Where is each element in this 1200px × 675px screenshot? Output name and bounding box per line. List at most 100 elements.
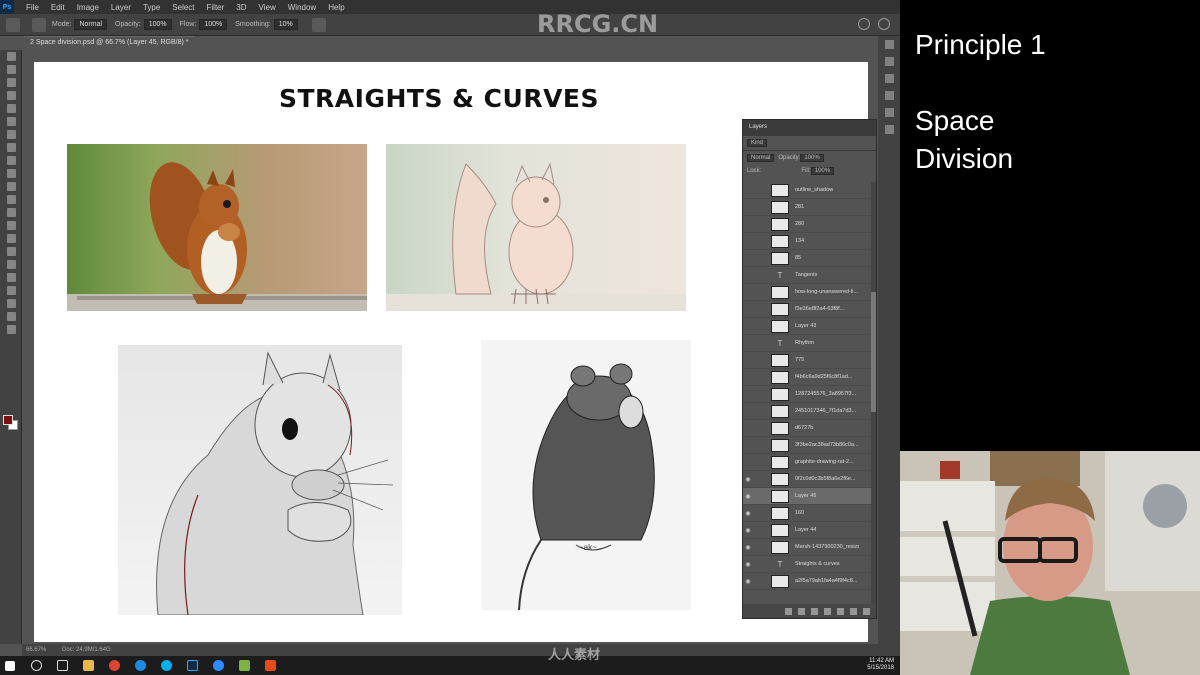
layer-row[interactable]: 281: [743, 199, 873, 216]
layer-name[interactable]: Layer 45: [795, 493, 816, 499]
layer-name[interactable]: Rhythm: [795, 340, 814, 346]
visibility-eye-icon[interactable]: [743, 233, 753, 250]
search-icon[interactable]: [858, 18, 870, 30]
visibility-eye-icon[interactable]: [743, 301, 753, 318]
layers-scrollbar[interactable]: [871, 182, 876, 606]
menu-select[interactable]: Select: [166, 3, 200, 12]
visibility-eye-icon[interactable]: ◉: [743, 573, 753, 590]
move-tool[interactable]: [0, 50, 22, 63]
menu-view[interactable]: View: [253, 3, 282, 12]
dock-properties[interactable]: [878, 87, 900, 104]
foreground-color-swatch[interactable]: [3, 415, 13, 425]
gradient-tool[interactable]: [0, 206, 22, 219]
menu-image[interactable]: Image: [71, 3, 105, 12]
layer-name[interactable]: 1287245576_3a8957f3...: [795, 391, 856, 397]
layer-row[interactable]: ◉ Layer 45: [743, 488, 873, 505]
layer-name[interactable]: 2451017346_7f1da7d3...: [795, 408, 856, 414]
quick-select-tool[interactable]: [0, 89, 22, 102]
fx-icon[interactable]: [798, 607, 805, 615]
healing-tool[interactable]: [0, 141, 22, 154]
visibility-eye-icon[interactable]: [743, 335, 753, 352]
layer-name[interactable]: Straights & curves: [795, 561, 840, 567]
flow-option[interactable]: Flow: 100%: [180, 19, 228, 30]
layer-row[interactable]: 134: [743, 233, 873, 250]
visibility-eye-icon[interactable]: [743, 267, 753, 284]
eyedropper-tool[interactable]: [0, 128, 22, 141]
new-layer-icon[interactable]: [850, 607, 857, 615]
brush-preset-icon[interactable]: [32, 17, 46, 32]
layer-row[interactable]: f3e36e8f2a4-63f8f...: [743, 301, 873, 318]
layer-name[interactable]: d6727b: [795, 425, 813, 431]
layer-name[interactable]: Layer 43: [795, 323, 816, 329]
adjustment-icon[interactable]: [824, 607, 831, 615]
layer-name[interactable]: Marsh-1437900230_resize...: [795, 544, 859, 550]
visibility-eye-icon[interactable]: [743, 318, 753, 335]
shape-tool[interactable]: [0, 284, 22, 297]
explorer-button[interactable]: [78, 656, 98, 675]
visibility-eye-icon[interactable]: [743, 369, 753, 386]
opacity-field[interactable]: 100%: [143, 19, 172, 30]
layer-row[interactable]: 280: [743, 216, 873, 233]
layer-row[interactable]: T Rhythm: [743, 335, 873, 352]
eraser-tool[interactable]: [0, 193, 22, 206]
frame-tool[interactable]: [0, 115, 22, 128]
layer-name[interactable]: graphite-drawing-rat-2...: [795, 459, 854, 465]
layer-row[interactable]: graphite-drawing-rat-2...: [743, 454, 873, 471]
history-brush-tool[interactable]: [0, 180, 22, 193]
recorder-button[interactable]: [260, 656, 280, 675]
layer-row[interactable]: ◉ 0f2c0d0c3b5f8a6e2f6e...: [743, 471, 873, 488]
visibility-eye-icon[interactable]: [743, 284, 753, 301]
visibility-eye-icon[interactable]: [743, 182, 753, 199]
system-clock[interactable]: 11:42 AM 5/15/2018: [867, 658, 894, 672]
layer-name[interactable]: 0f2c0d0c3b5f8a6e2f6e...: [795, 476, 856, 482]
brush-tool-icon[interactable]: [6, 17, 20, 32]
brush-tool[interactable]: [0, 154, 22, 167]
dock-layers[interactable]: [878, 121, 900, 138]
crop-tool[interactable]: [0, 102, 22, 115]
visibility-eye-icon[interactable]: [743, 386, 753, 403]
gear-icon[interactable]: [311, 17, 326, 32]
skype-button[interactable]: [156, 656, 176, 675]
layer-row[interactable]: f4b6c6a9d25f6c8f1ad...: [743, 369, 873, 386]
layer-name[interactable]: 134: [795, 238, 804, 244]
zoom-readout[interactable]: 66.67%: [26, 647, 46, 653]
zoom-app-button[interactable]: [208, 656, 228, 675]
visibility-eye-icon[interactable]: [743, 454, 753, 471]
layer-name[interactable]: 160: [795, 510, 804, 516]
chrome-button[interactable]: [104, 656, 124, 675]
opacity-option[interactable]: Opacity: 100%: [115, 19, 172, 30]
kind-filter-select[interactable]: Kind: [747, 139, 768, 147]
hand-tool[interactable]: [0, 297, 22, 310]
layer-row[interactable]: Layer 43: [743, 318, 873, 335]
marquee-tool[interactable]: [0, 63, 22, 76]
workspace-icon[interactable]: [878, 18, 890, 30]
smoothing-field[interactable]: 10%: [273, 19, 298, 30]
visibility-eye-icon[interactable]: [743, 216, 753, 233]
task-view-button[interactable]: [52, 656, 72, 675]
menu-type[interactable]: Type: [137, 3, 166, 12]
visibility-eye-icon[interactable]: [743, 352, 753, 369]
layer-row[interactable]: ◉ T Straights & curves: [743, 556, 873, 573]
blur-tool[interactable]: [0, 219, 22, 232]
layer-name[interactable]: f4b6c6a9d25f6c8f1ad...: [795, 374, 853, 380]
layer-name[interactable]: 85: [795, 255, 801, 261]
visibility-eye-icon[interactable]: ◉: [743, 539, 753, 556]
layer-row[interactable]: T Tangents: [743, 267, 873, 284]
layer-name[interactable]: Layer 44: [795, 527, 816, 533]
dock-history[interactable]: [878, 36, 900, 53]
visibility-eye-icon[interactable]: ◉: [743, 471, 753, 488]
layer-opacity-field[interactable]: 100%: [800, 153, 824, 162]
visibility-eye-icon[interactable]: [743, 437, 753, 454]
visibility-eye-icon[interactable]: ◉: [743, 522, 753, 539]
menu-filter[interactable]: Filter: [201, 3, 231, 12]
zoom-tool[interactable]: [0, 310, 22, 323]
mask-icon[interactable]: [811, 607, 818, 615]
menu-3d[interactable]: 3D: [230, 3, 252, 12]
layers-scroll-thumb[interactable]: [871, 292, 876, 412]
menu-file[interactable]: File: [20, 3, 45, 12]
lasso-tool[interactable]: [0, 76, 22, 89]
type-tool[interactable]: [0, 258, 22, 271]
layer-name[interactable]: f3e36e8f2a4-63f8f...: [795, 306, 844, 312]
layer-row[interactable]: ◉ a2f5a79ab1fa4a4f9f4c8...: [743, 573, 873, 590]
flow-field[interactable]: 100%: [199, 19, 228, 30]
